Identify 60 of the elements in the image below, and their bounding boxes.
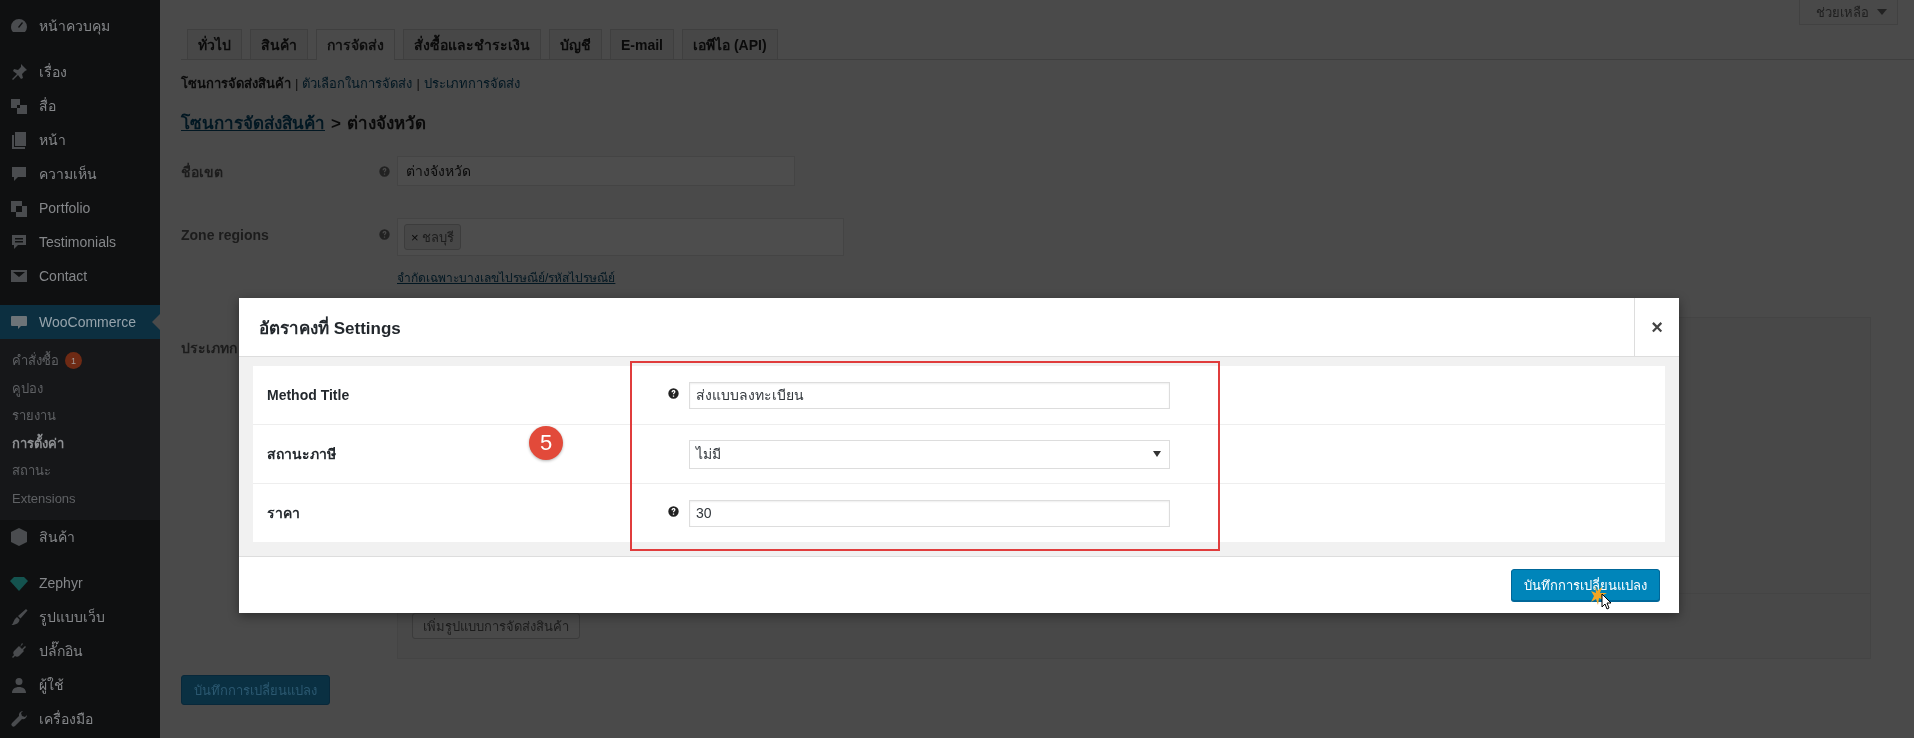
separator-text: | — [416, 75, 420, 91]
box-icon — [9, 527, 29, 547]
zone-name-field[interactable]: ต่างจังหวัด — [397, 156, 795, 186]
settings-tab[interactable]: ทั่วไป — [187, 29, 242, 59]
submenu-item[interactable]: คำสั่งซื้อ 1 — [0, 347, 160, 375]
sidebar-menu-item[interactable]: Testimonials — [0, 225, 160, 259]
text-field[interactable]: 30 — [689, 499, 1170, 527]
settings-tab[interactable]: สินค้า — [250, 29, 308, 59]
field-label: Method Title — [267, 387, 351, 403]
modal-title: อัตราคงที่ Settings — [258, 315, 402, 340]
sidebar-menu-item[interactable]: Zephyr — [0, 566, 160, 600]
separator-text: | — [295, 75, 299, 91]
sidebar-menu-item[interactable]: รูปแบบเว็บ — [0, 600, 160, 634]
current-section-text: โซนการจัดส่งสินค้า — [181, 74, 291, 93]
submenu-item[interactable]: การตั้งค่า — [0, 429, 160, 457]
pages-icon — [9, 130, 29, 150]
submenu-item[interactable]: คูปอง — [0, 374, 160, 402]
close-button[interactable]: × — [1634, 298, 1679, 356]
media-icon — [9, 96, 29, 116]
sidebar-menu-item[interactable]: เรื่อง — [0, 55, 160, 89]
field-label: สถานะภาษี — [267, 445, 337, 464]
tax-status-dropdown[interactable]: ไม่มี — [689, 439, 1170, 469]
settings-tab[interactable]: E-mail — [610, 29, 674, 59]
settings-tab[interactable]: บัญชี — [549, 29, 602, 59]
count-badge: 1 — [65, 352, 82, 370]
user-icon — [9, 675, 29, 695]
remove-icon[interactable]: × — [411, 229, 419, 245]
portfolio-icon — [9, 198, 29, 218]
section-link[interactable]: ตัวเลือกในการจัดส่ง — [302, 72, 413, 94]
sidebar-menu-item[interactable]: หน้าควบคุม — [0, 9, 160, 43]
sidebar-menu-item[interactable]: Contact — [0, 259, 160, 293]
breadcrumb-separator: > — [331, 114, 341, 134]
settings-tab[interactable]: สั่งซื้อและชำระเงิน — [403, 29, 541, 59]
testimonial-icon — [9, 232, 29, 252]
sidebar-menu-item[interactable]: ปลั๊กอิน — [0, 634, 160, 668]
comment-icon — [9, 164, 29, 184]
sidebar-menu-item[interactable]: ความเห็น — [0, 157, 160, 191]
settings-tab[interactable]: การจัดส่ง — [316, 29, 395, 60]
sidebar-menu-item[interactable]: WooCommerce — [0, 305, 160, 339]
postcode-link[interactable]: จำกัดเฉพาะบางเลขไปรษณีย์/รหัสไปรษณีย์ — [397, 268, 616, 287]
section-link[interactable]: ประเภทการจัดส่ง — [423, 72, 520, 94]
submenu-item[interactable]: สถานะ — [0, 457, 160, 485]
sidebar-menu-item[interactable]: ผู้ใช้ — [0, 668, 160, 702]
sidebar-menu-item[interactable]: สื่อ — [0, 89, 160, 123]
sidebar-menu-item[interactable]: เครื่องมือ — [0, 702, 160, 736]
text-field[interactable]: ส่งแบบลงทะเบียน — [689, 381, 1170, 409]
settings-tab[interactable]: เอพีไอ (API) — [682, 29, 778, 59]
save-changes-button[interactable]: บันทึกการเปลี่ยนแปลง — [1511, 569, 1660, 601]
field-label: ราคา — [267, 504, 301, 523]
brush-icon — [9, 607, 29, 627]
wrench-icon — [9, 709, 29, 729]
caret-icon — [1877, 9, 1887, 15]
sidebar-menu-item[interactable]: Portfolio — [0, 191, 160, 225]
caret-icon — [1153, 451, 1161, 457]
submenu-item[interactable]: Extensions — [0, 484, 160, 512]
page-title: ต่างจังหวัด — [346, 113, 426, 135]
breadcrumb-link[interactable]: โซนการจัดส่งสินค้า — [181, 109, 325, 136]
sidebar-menu-item[interactable]: สินค้า — [0, 520, 160, 554]
sidebar-menu-item[interactable]: หน้า — [0, 123, 160, 157]
submenu-item[interactable]: รายงาน — [0, 402, 160, 430]
